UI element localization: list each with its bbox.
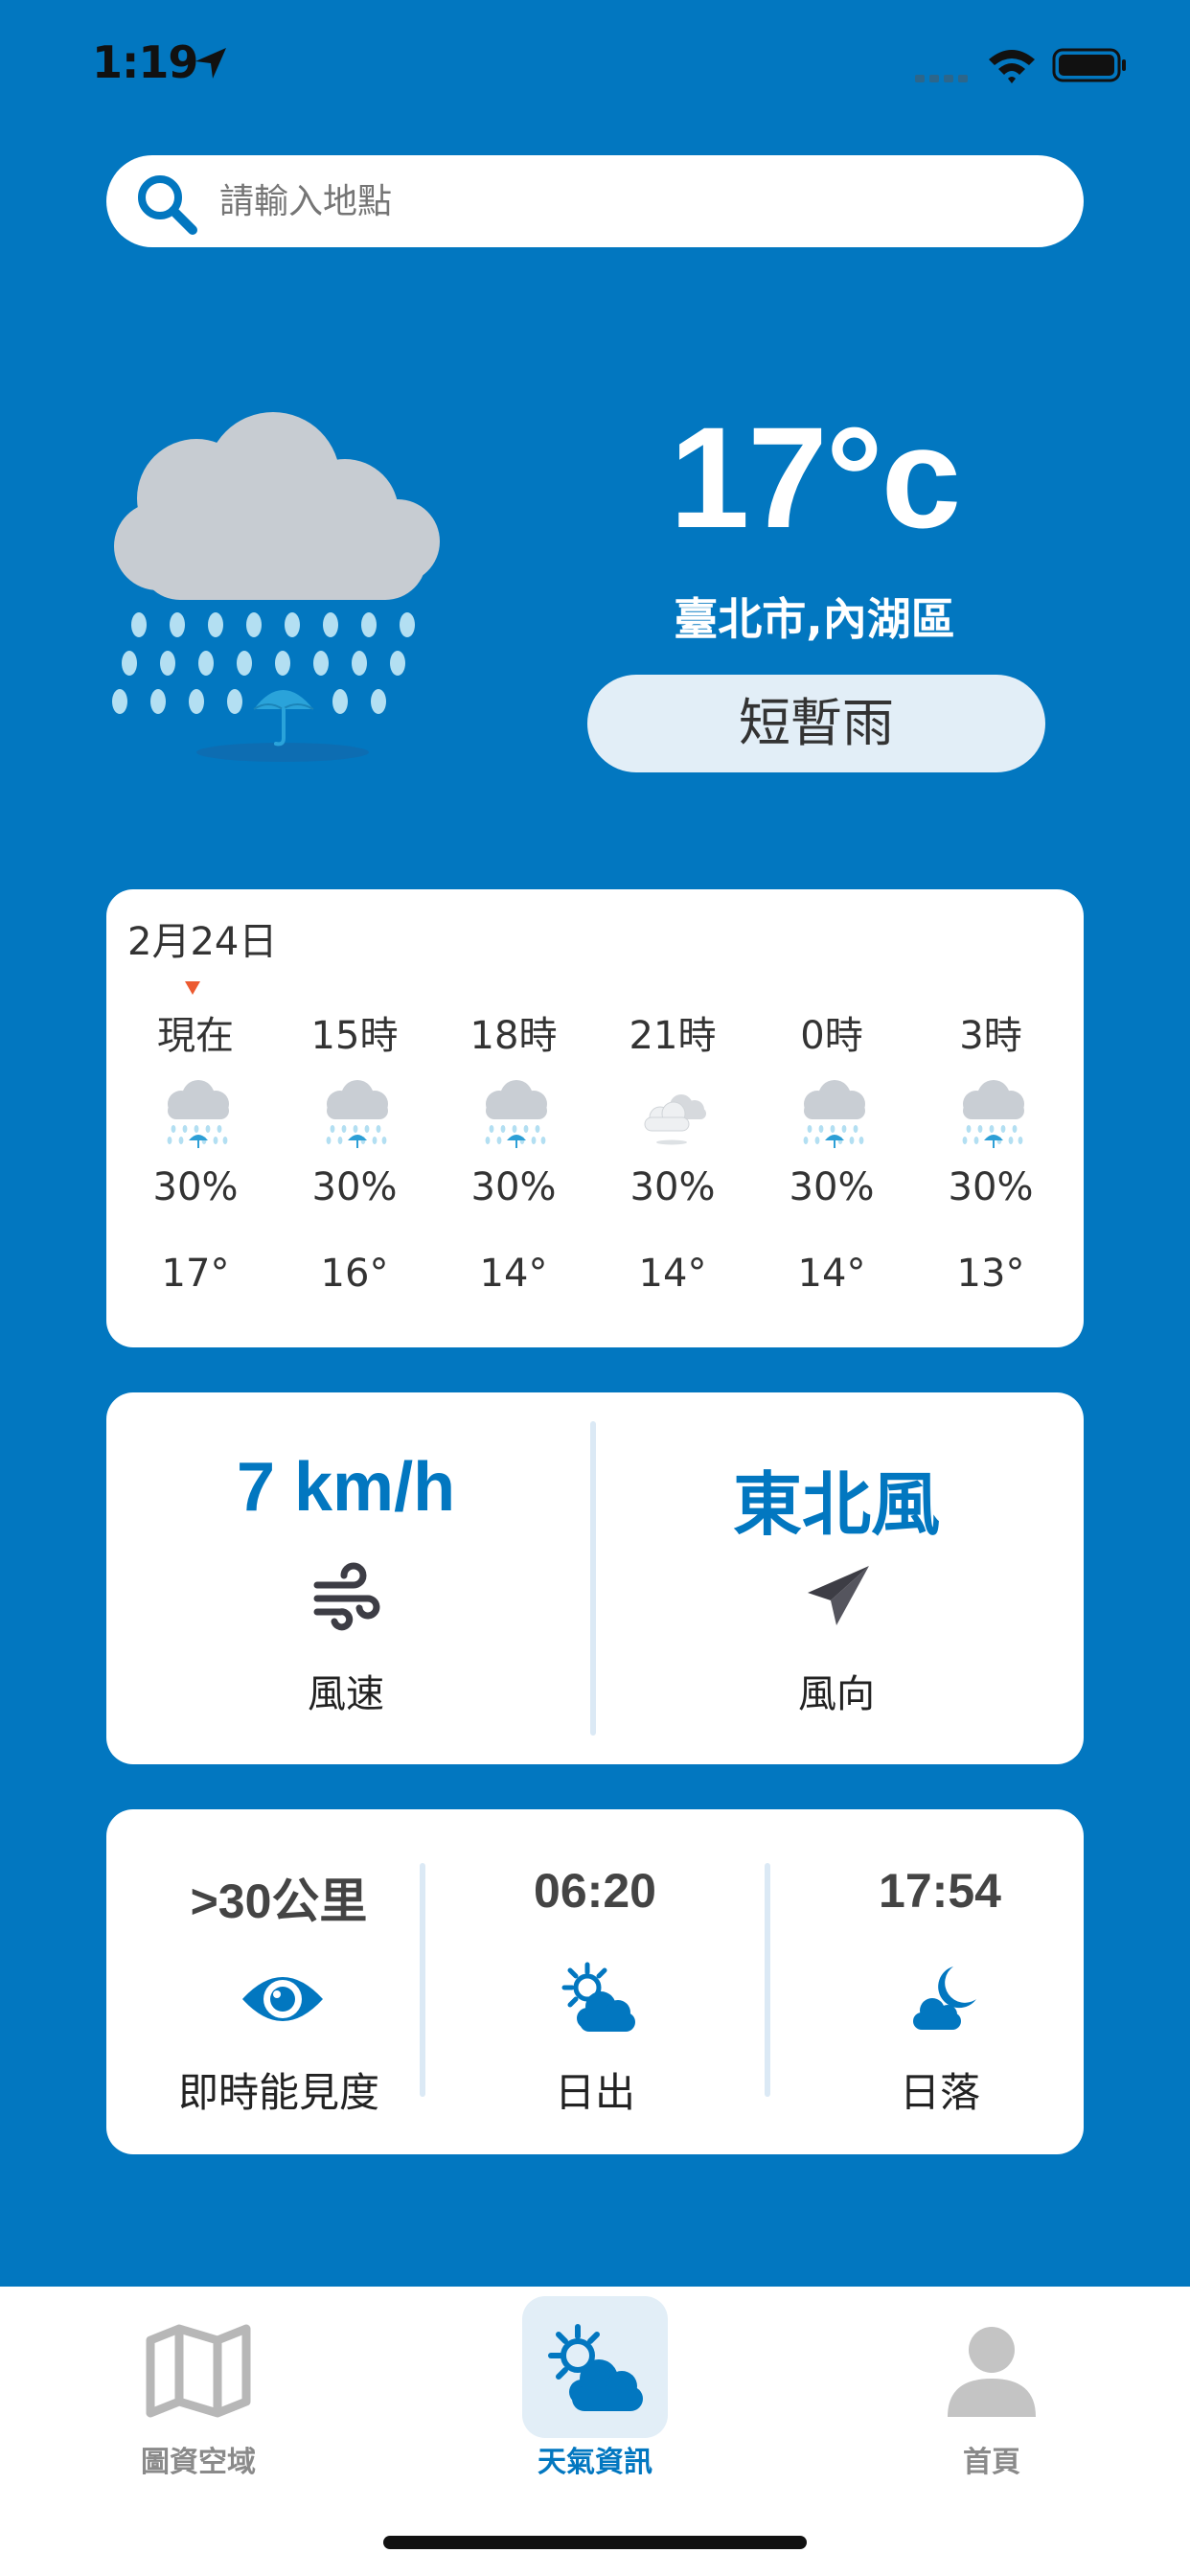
location-arrow-icon (195, 48, 226, 79)
hour-precipitation: 30% (789, 1165, 875, 1209)
hour-label: 21時 (629, 1014, 717, 1058)
visibility-label: 即時能見度 (177, 2069, 379, 2116)
condition-badge: 短暫雨 (587, 675, 1045, 772)
hour-temperature: 13° (956, 1252, 1025, 1296)
eye-icon (242, 1977, 323, 2021)
tab-bar: 圖資空域 天氣資訊 首頁 (0, 2287, 1190, 2576)
now-marker-icon (185, 981, 200, 995)
wifi-icon (989, 50, 1035, 83)
divider (765, 1863, 770, 2097)
home-indicator[interactable] (383, 2536, 807, 2549)
hour-precipitation: 30% (948, 1165, 1034, 1209)
hour-temperature: 17° (161, 1252, 230, 1296)
hourly-item: 0時 30% 14° (752, 1004, 911, 1340)
current-location: 臺北市,內湖區 (674, 593, 955, 645)
wind-direction-label: 風向 (798, 1672, 875, 1716)
hour-precipitation: 30% (470, 1165, 557, 1209)
hour-temperature: 14° (638, 1252, 707, 1296)
rain-umbrella-icon (112, 412, 440, 762)
sunrise-label: 日出 (554, 2069, 635, 2116)
rain-icon (790, 1073, 877, 1160)
sunrise-value: 06:20 (534, 1864, 656, 1918)
wind-speed-label: 風速 (308, 1672, 384, 1716)
hour-label: 15時 (310, 1014, 399, 1058)
tab-label: 天氣資訊 (538, 2446, 652, 2479)
divider (590, 1421, 596, 1736)
search-input[interactable] (219, 176, 1043, 226)
hour-temperature: 16° (320, 1252, 389, 1296)
sun-cloud-icon (548, 2324, 643, 2411)
hourly-item: 15時 30% 16° (275, 1004, 434, 1340)
visibility-section: >30公里 即時能見度 (126, 1809, 432, 2154)
hour-label: 18時 (469, 1014, 558, 1058)
status-time: 1:19 (92, 36, 198, 88)
current-temperature: 17°c (669, 397, 961, 558)
person-icon (948, 2327, 1036, 2417)
cellular-signal-icon (915, 75, 968, 82)
paper-plane-icon (808, 1566, 869, 1625)
tab-label: 圖資空域 (141, 2446, 256, 2479)
sun-cloud-icon (561, 1962, 635, 2032)
rain-icon (472, 1073, 559, 1160)
moon-cloud-icon (913, 1966, 976, 2030)
hour-label: 0時 (800, 1014, 863, 1058)
hourly-item: 21時 30% 14° (593, 1004, 752, 1340)
rain-icon (950, 1073, 1036, 1160)
sunset-label: 日落 (899, 2069, 980, 2116)
wind-speed-section: 7 km/h 風速 (106, 1392, 585, 1764)
hour-precipitation: 30% (152, 1165, 239, 1209)
hour-label: 3時 (959, 1014, 1022, 1058)
hourly-forecast-card: 2月24日 現在 30% 17° 15時 30% 16° 18時 30% 14°… (106, 889, 1084, 1347)
hourly-item: 3時 30% 13° (911, 1004, 1070, 1340)
hour-temperature: 14° (479, 1252, 548, 1296)
search-icon[interactable] (133, 171, 200, 238)
tab-map[interactable]: 圖資空域 (0, 2287, 397, 2479)
visibility-value: >30公里 (190, 1874, 368, 1928)
map-icon (146, 2324, 251, 2418)
tab-label: 首頁 (963, 2446, 1020, 2479)
wind-speed-value: 7 km/h (236, 1449, 456, 1526)
forecast-date: 2月24日 (127, 920, 278, 964)
wind-direction-value: 東北風 (732, 1467, 940, 1544)
wind-direction-section: 東北風 風向 (597, 1392, 1076, 1764)
sun-visibility-card: >30公里 即時能見度 06:20 日出 17:54 日落 (106, 1809, 1084, 2154)
sunrise-section: 06:20 日出 (442, 1809, 748, 2154)
tab-home[interactable]: 首頁 (793, 2287, 1190, 2479)
cloudy-icon (631, 1073, 718, 1160)
wind-icon (313, 1562, 380, 1631)
hour-temperature: 14° (797, 1252, 866, 1296)
hour-precipitation: 30% (311, 1165, 398, 1209)
hour-label: 現在 (157, 1014, 234, 1058)
wind-card: 7 km/h 風速 東北風 風向 (106, 1392, 1084, 1764)
tab-weather[interactable]: 天氣資訊 (397, 2287, 793, 2479)
battery-icon (1052, 48, 1126, 82)
status-bar: 1:19 (0, 0, 1190, 134)
divider (420, 1863, 425, 2097)
sunset-section: 17:54 日落 (787, 1809, 1093, 2154)
hour-precipitation: 30% (629, 1165, 716, 1209)
hourly-item: 現在 30% 17° (116, 1004, 275, 1340)
hourly-item: 18時 30% 14° (434, 1004, 593, 1340)
rain-icon (154, 1073, 240, 1160)
search-bar[interactable] (106, 155, 1084, 247)
rain-icon (313, 1073, 400, 1160)
sunset-value: 17:54 (879, 1864, 1001, 1918)
